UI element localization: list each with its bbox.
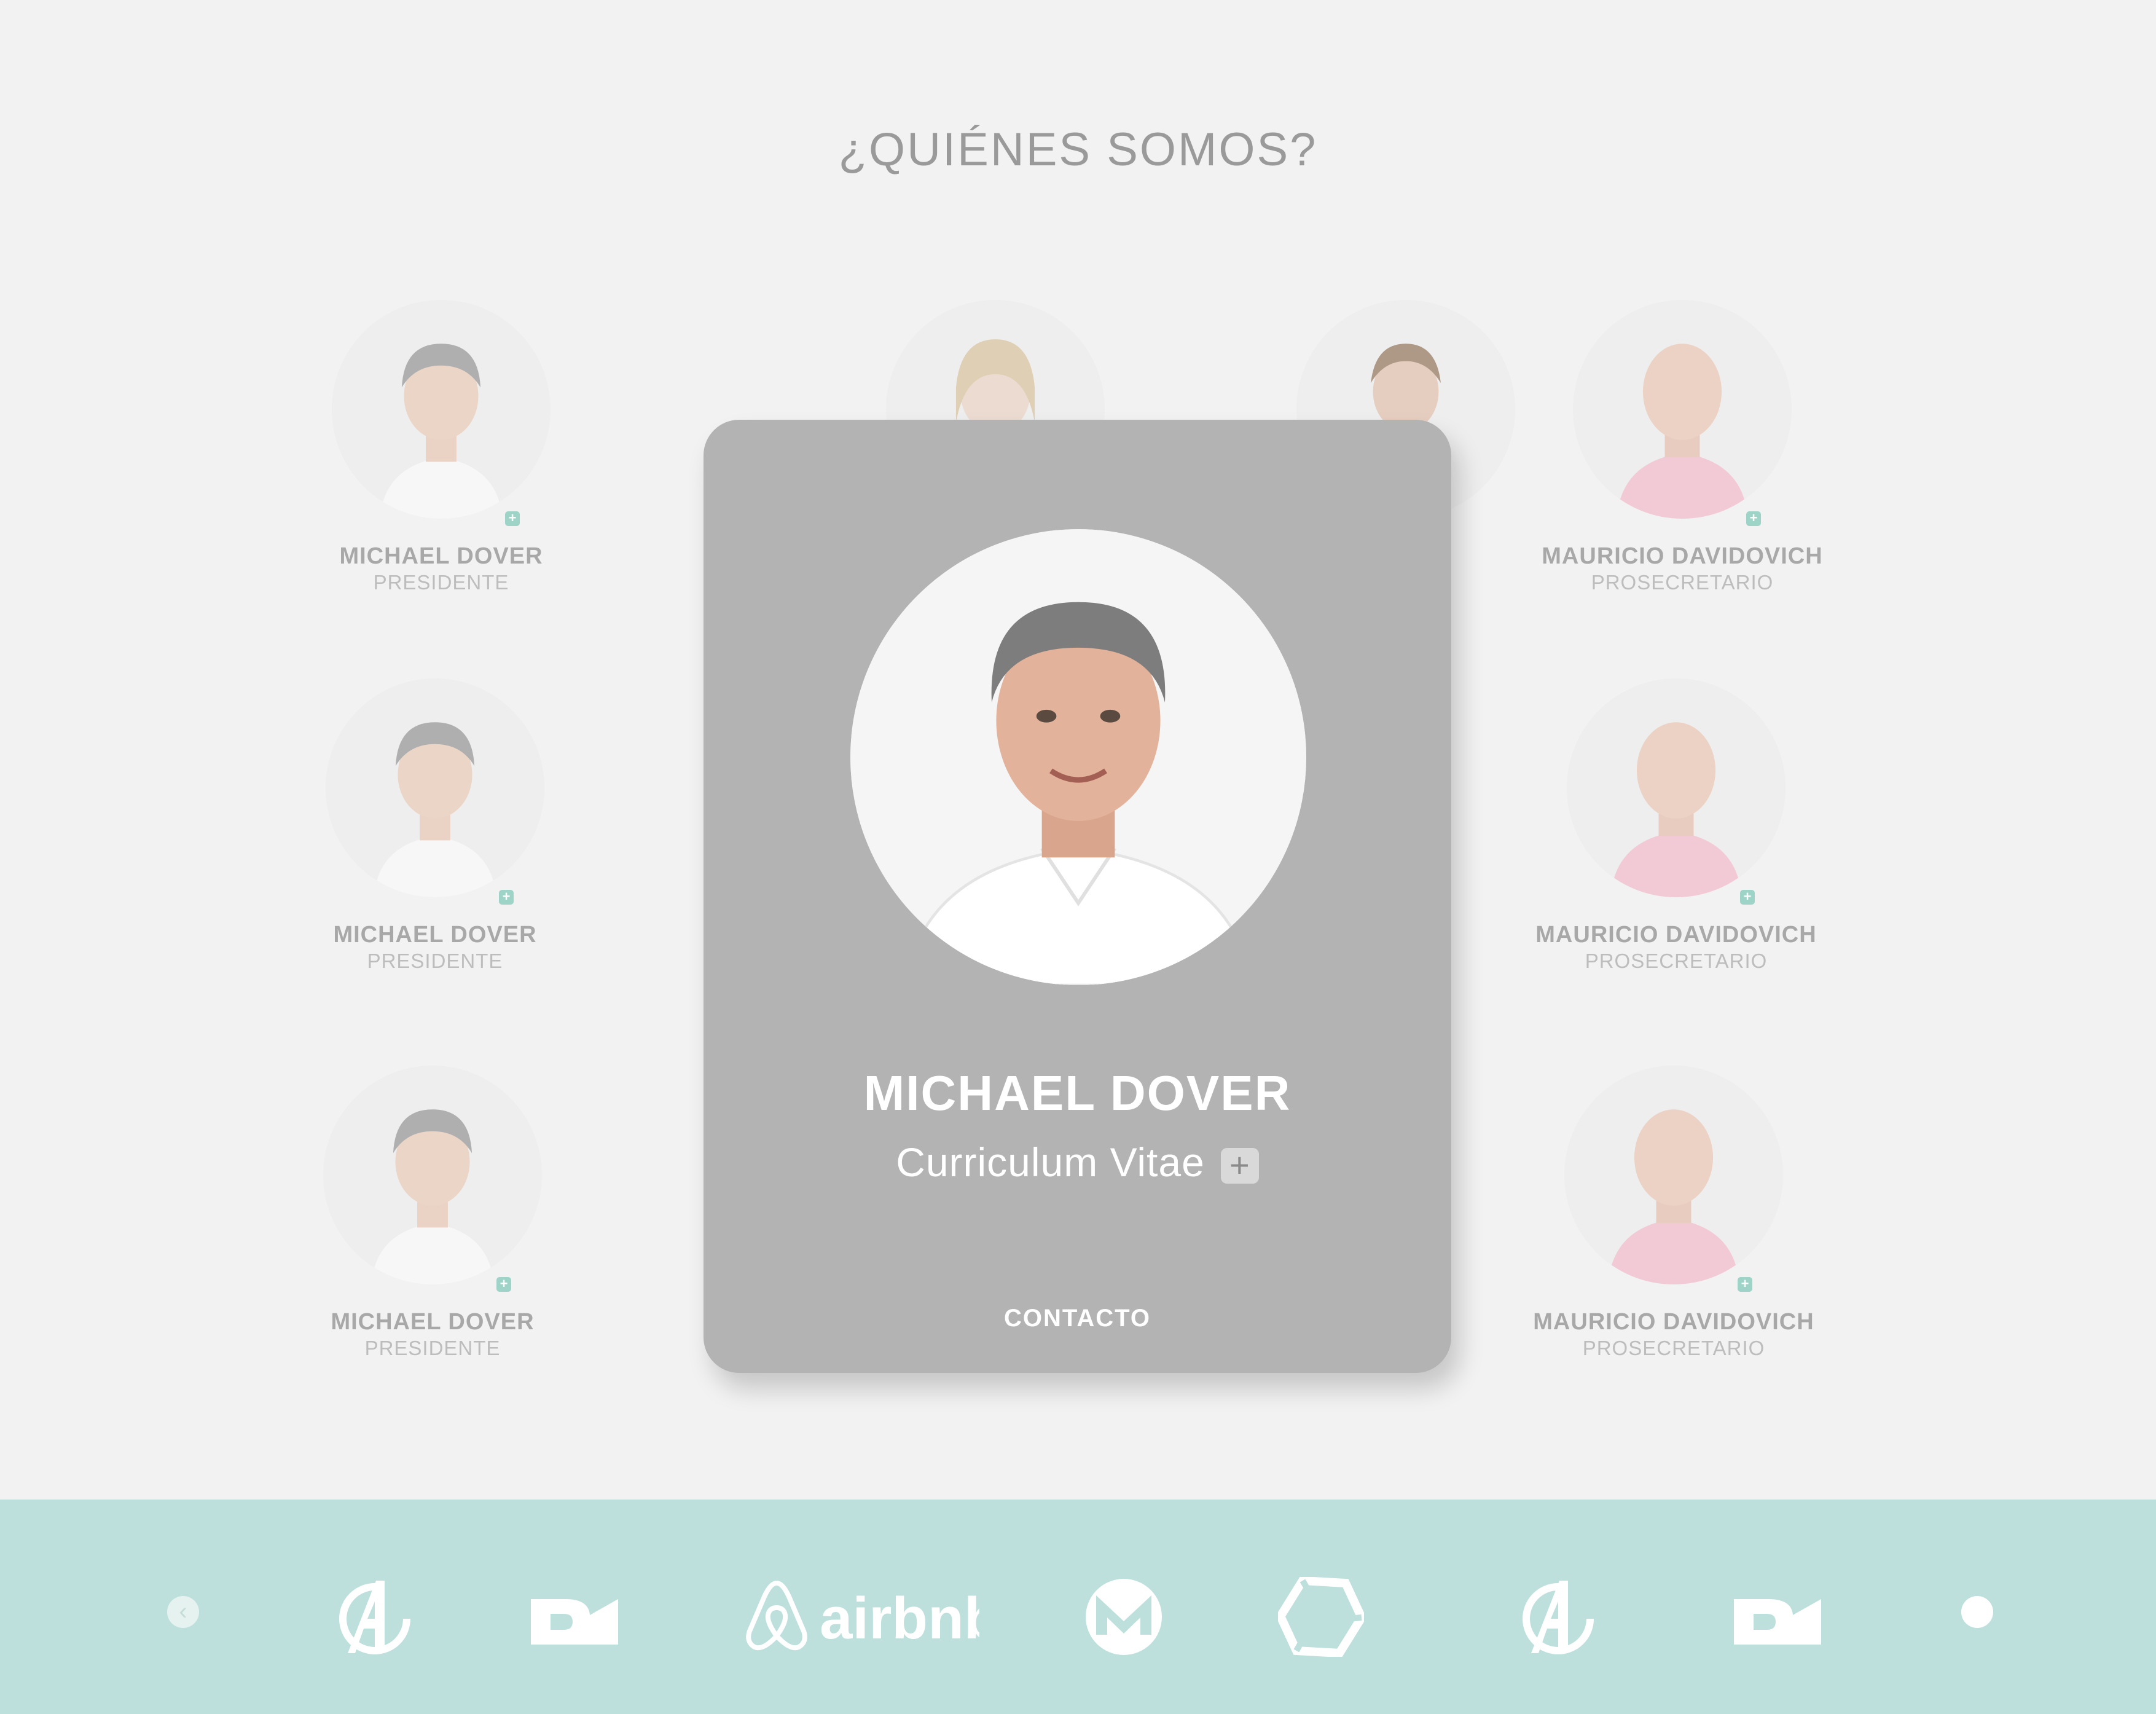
- curriculum-vitae-link[interactable]: Curriculum Vitae +: [704, 1139, 1451, 1185]
- avatar: [1564, 1066, 1783, 1284]
- team-member-card[interactable]: + MAURICIO DAVIDOVICH PROSECRETARIO: [1461, 678, 1891, 973]
- carousel-prev-button[interactable]: ‹: [167, 1596, 199, 1628]
- contact-button[interactable]: CONTACTO: [704, 1305, 1451, 1332]
- avengers-logo-icon: [337, 1577, 410, 1657]
- airbnb-logo-icon: airbnb: [746, 1577, 979, 1657]
- expand-icon[interactable]: +: [1740, 890, 1755, 905]
- avatar: [1573, 300, 1792, 519]
- avatar: [332, 300, 551, 519]
- carousel-next-button[interactable]: [1961, 1596, 1993, 1628]
- avatar: [323, 1066, 542, 1284]
- member-name: MICHAEL DOVER: [331, 1309, 535, 1335]
- member-role: PROSECRETARIO: [1591, 571, 1774, 594]
- member-role: PRESIDENTE: [367, 949, 503, 972]
- page-title: ¿QUIÉNES SOMOS?: [838, 124, 1318, 176]
- team-member-card[interactable]: + MICHAEL DOVER PRESIDENTE: [220, 678, 650, 973]
- polygon-logo-icon: [1278, 1577, 1364, 1657]
- team-member-card[interactable]: + MAURICIO DAVIDOVICH PROSECRETARIO: [1459, 1066, 1889, 1360]
- logo-carousel: ‹ airbnb: [0, 1500, 2156, 1714]
- airbnb-wordmark: airbnb: [820, 1586, 979, 1651]
- member-name: MICHAEL DOVER: [339, 543, 543, 569]
- directv-logo-icon: [1731, 1577, 1824, 1657]
- member-role: PROSECRETARIO: [1582, 1337, 1765, 1359]
- expand-icon[interactable]: +: [1746, 511, 1761, 526]
- member-detail-modal: MICHAEL DOVER Curriculum Vitae + CONTACTO: [704, 420, 1451, 1373]
- member-role: PRESIDENTE: [364, 1337, 501, 1359]
- member-role: PROSECRETARIO: [1585, 949, 1768, 972]
- avatar: [1567, 678, 1786, 897]
- team-member-card[interactable]: + MICHAEL DOVER PRESIDENTE: [218, 1066, 648, 1360]
- team-member-card[interactable]: + MAURICIO DAVIDOVICH PROSECRETARIO: [1467, 300, 1897, 594]
- directv-logo-icon: [528, 1577, 621, 1657]
- member-name: MAURICIO DAVIDOVICH: [1533, 1309, 1814, 1335]
- expand-icon[interactable]: +: [505, 511, 520, 526]
- avatar: [326, 678, 544, 897]
- expand-icon[interactable]: +: [499, 890, 514, 905]
- team-member-card[interactable]: + MICHAEL DOVER PRESIDENTE: [226, 300, 656, 594]
- member-name: MAURICIO DAVIDOVICH: [1542, 543, 1823, 569]
- expand-icon[interactable]: +: [1738, 1277, 1752, 1292]
- member-photo: [850, 529, 1306, 985]
- member-name: MAURICIO DAVIDOVICH: [1535, 922, 1817, 948]
- plus-icon[interactable]: +: [1220, 1147, 1259, 1184]
- member-name: MICHAEL DOVER: [333, 922, 537, 948]
- member-role: PRESIDENTE: [373, 571, 509, 594]
- modal-member-name: MICHAEL DOVER: [863, 1066, 1292, 1120]
- cv-label: Curriculum Vitae: [896, 1139, 1205, 1185]
- expand-icon[interactable]: +: [496, 1277, 511, 1292]
- avengers-logo-icon: [1520, 1577, 1594, 1657]
- monero-logo-icon: [1084, 1577, 1164, 1657]
